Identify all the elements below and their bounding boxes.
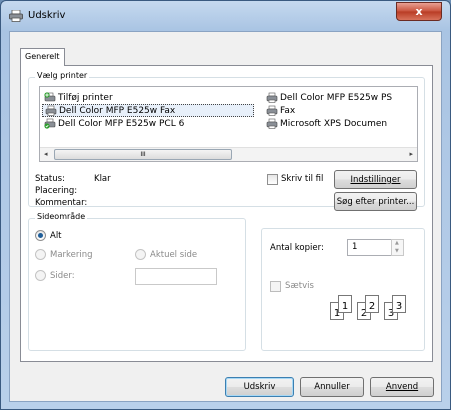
comment-label: Kommentar: [35,198,88,208]
copies-spinner[interactable]: ▲ ▼ [391,239,404,256]
location-label: Placering: [35,186,78,196]
page-range-group-title: Sideområde [35,212,88,221]
spin-down-icon[interactable]: ▼ [395,248,399,254]
print-button-label: Udskriv [243,382,276,392]
printer-item-fax[interactable]: Fax [264,104,297,117]
print-to-file-label: Skriv til fil [281,174,324,184]
page-range-input[interactable] [135,268,217,285]
printer-name: Fax [280,105,296,116]
page-range-all-radio[interactable] [35,230,46,241]
page-range-pages-label: Sider: [50,271,75,281]
page-range-group: Sideområde Alt Markering Aktuel side Sid… [28,212,246,351]
print-button[interactable]: Udskriv [225,377,294,397]
print-dialog-window: Udskriv x Generelt Vælg printer Tilføj p… [0,0,451,410]
page-range-current-label: Aktuel side [150,250,198,260]
title-bar[interactable]: Udskriv x [1,1,450,31]
collate-page: 3 [392,295,406,313]
printer-item-xps[interactable]: Microsoft XPS Documen [264,117,389,130]
copies-input[interactable]: 1 [347,239,392,256]
find-printer-button-label: Søg efter printer... [336,196,415,207]
window-title: Udskriv [28,10,66,21]
printer-name: Dell Color MFP E525w Fax [59,105,176,116]
scroll-right-icon[interactable]: ▸ [409,150,413,158]
preferences-button-label: Indstillinger [350,174,401,185]
default-printer-icon [44,118,56,129]
printer-list[interactable]: Tilføj printer Dell Color MFP E525w Fax [39,86,418,162]
print-to-file-checkbox[interactable] [267,174,278,185]
printer-item-dell-ps[interactable]: Dell Color MFP E525w PS [264,91,394,104]
copies-label: Antal kopier: [270,243,324,253]
select-printer-group: Vælg printer Tilføj printer Dell Color M… [28,71,425,211]
status-value: Klar [94,174,111,184]
printer-item-dell-fax[interactable]: Dell Color MFP E525w Fax [42,104,254,117]
collate-label: Sætvis [285,281,314,291]
apply-button[interactable]: Anvend [370,377,434,397]
select-printer-group-title: Vælg printer [35,71,90,80]
page-range-selection-label: Markering [50,250,93,260]
tab-general[interactable]: Generelt [20,48,65,66]
printer-name: Tilføj printer [58,92,113,103]
fax-printer-icon [45,105,57,116]
printer-name: Microsoft XPS Documen [280,118,388,129]
general-tab-panel: Vælg printer Tilføj printer Dell Color M… [20,65,433,362]
printer-name: Dell Color MFP E525w PS [280,92,393,103]
spin-up-icon[interactable]: ▲ [395,240,399,246]
cancel-button[interactable]: Annuller [300,377,364,397]
scroll-left-icon[interactable]: ◂ [44,150,48,158]
page-range-pages-radio[interactable] [35,270,46,281]
printer-icon [266,105,278,116]
dialog-client-area: Generelt Vælg printer Tilføj printer Del… [9,31,442,402]
scrollbar-thumb[interactable]: III [54,149,232,160]
preferences-button[interactable]: Indstillinger [334,170,417,189]
page-range-all-label: Alt [50,231,62,241]
printer-item-dell-pcl6[interactable]: Dell Color MFP E525w PCL 6 [42,117,186,130]
find-printer-button[interactable]: Søg efter printer... [334,192,417,211]
apply-button-label: Anvend [385,382,419,392]
status-label: Status: [35,174,65,184]
collate-page: 2 [365,295,379,313]
page-range-selection-radio[interactable] [35,249,46,260]
cancel-button-label: Annuller [314,382,350,392]
printer-item-add-printer[interactable]: Tilføj printer [42,91,115,104]
printer-icon [266,118,278,129]
page-range-current-radio[interactable] [135,249,146,260]
close-button[interactable]: x [396,2,442,21]
printer-icon [266,92,278,103]
add-printer-icon [44,92,56,102]
printer-icon [9,10,23,22]
collate-checkbox[interactable] [270,281,281,292]
collate-page: 1 [338,295,352,313]
printer-name: Dell Color MFP E525w PCL 6 [58,118,185,129]
copies-group: Antal kopier: 1 ▲ ▼ Sætvis 1 1 2 2 3 3 [261,228,425,351]
printer-list-scrollbar[interactable]: ◂ III ▸ [40,147,417,161]
